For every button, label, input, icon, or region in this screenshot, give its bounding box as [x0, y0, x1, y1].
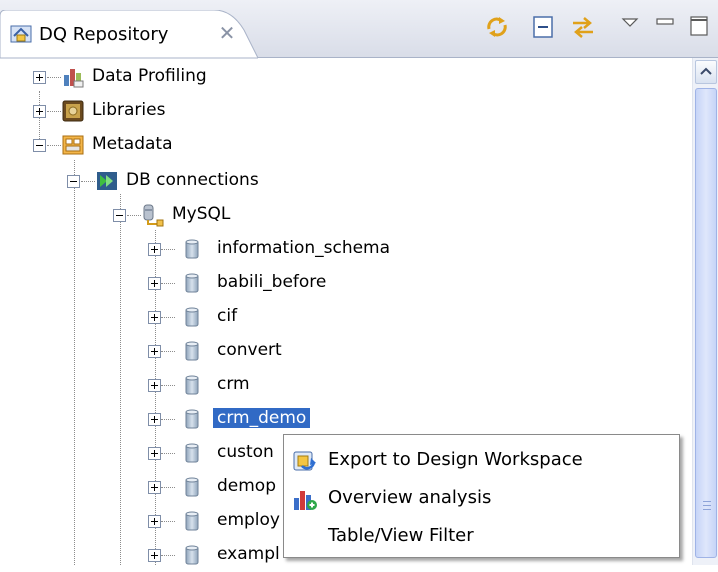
maximize-icon[interactable] — [686, 14, 712, 40]
database-icon — [180, 475, 204, 499]
database-icon — [180, 271, 204, 295]
database-icon — [180, 407, 204, 431]
menu-item-label: Table/View Filter — [328, 525, 474, 546]
tree-connector — [47, 111, 61, 112]
scroll-up-button[interactable] — [695, 60, 717, 84]
menu-item-label: Export to Design Workspace — [328, 449, 583, 470]
thumb-grip — [703, 509, 711, 510]
tree-item-label: demop — [217, 476, 277, 496]
tree-connector — [161, 419, 175, 420]
thumb-grip — [703, 501, 711, 502]
export-icon — [292, 448, 318, 474]
database-icon — [180, 509, 204, 533]
menu-item-export-to-design-workspace[interactable]: Export to Design Workspace — [284, 441, 679, 479]
tree-connector — [161, 249, 175, 250]
view-menu-icon[interactable] — [618, 14, 644, 40]
database-icon — [180, 305, 204, 329]
tree-connector — [161, 487, 175, 488]
tree-connector — [161, 521, 175, 522]
tree-connector — [127, 215, 141, 216]
database-icon — [180, 373, 204, 397]
menu-item-overview-analysis[interactable]: Overview analysis — [284, 479, 679, 517]
expand-toggle[interactable] — [148, 277, 161, 290]
tree-item-label: MySQL — [172, 204, 231, 224]
tree-item-label: cif — [217, 306, 238, 326]
tree-item-label: Libraries — [92, 100, 166, 120]
database-icon — [180, 543, 204, 567]
tree-connector — [161, 385, 175, 386]
vertical-scrollbar[interactable] — [692, 58, 718, 565]
tree-item-label: DB connections — [126, 170, 259, 190]
close-icon[interactable]: ✕ — [216, 22, 238, 44]
expand-toggle[interactable] — [148, 447, 161, 460]
expand-toggle[interactable] — [148, 379, 161, 392]
expand-toggle[interactable] — [148, 413, 161, 426]
data-profiling-icon — [61, 65, 85, 89]
context-menu: Export to Design Workspace Overview anal… — [283, 434, 680, 558]
tree-item-label: exampl — [217, 544, 280, 564]
tree-item-label: custon — [217, 442, 274, 462]
expand-toggle[interactable] — [148, 243, 161, 256]
view-title: DQ Repository — [39, 24, 169, 45]
collapse-all-icon[interactable] — [530, 14, 556, 40]
tree-item-label: convert — [217, 340, 282, 360]
thumb-grip — [703, 505, 711, 506]
db-connections-icon — [95, 169, 119, 193]
tree-connector — [161, 555, 175, 556]
collapse-toggle[interactable] — [113, 209, 126, 222]
expand-toggle[interactable] — [148, 311, 161, 324]
libraries-icon — [61, 99, 85, 123]
expand-toggle[interactable] — [33, 105, 46, 118]
tree-item-label: crm_demo — [213, 408, 311, 428]
expand-toggle[interactable] — [33, 71, 46, 84]
menu-item-label: Overview analysis — [328, 487, 492, 508]
expand-toggle[interactable] — [148, 345, 161, 358]
view-header: DQ Repository ✕ — [0, 0, 718, 59]
mysql-connection-icon — [141, 203, 165, 227]
tree-connector — [161, 317, 175, 318]
tree-item-label: Data Profiling — [92, 66, 207, 86]
database-icon — [180, 441, 204, 465]
tree-connector — [47, 77, 61, 78]
chevron-up-icon — [700, 67, 712, 75]
tree-connector — [74, 160, 75, 565]
sync-icon[interactable] — [484, 14, 510, 40]
tree-connector — [120, 194, 121, 565]
minimize-icon[interactable] — [652, 14, 678, 40]
tree-item-label: information_schema — [217, 238, 391, 258]
tree-connector — [161, 351, 175, 352]
tree-connector — [81, 181, 95, 182]
menu-item-table-view-filter[interactable]: Table/View Filter — [284, 517, 679, 555]
overview-analysis-icon — [292, 486, 318, 512]
tree-item-label: crm — [217, 374, 250, 394]
repository-icon — [10, 24, 32, 44]
metadata-icon — [61, 133, 85, 157]
tree-connector — [47, 145, 61, 146]
scroll-thumb[interactable] — [695, 88, 717, 558]
expand-toggle[interactable] — [148, 515, 161, 528]
link-with-editor-icon[interactable] — [570, 14, 596, 40]
database-icon — [180, 339, 204, 363]
collapse-toggle[interactable] — [67, 175, 80, 188]
expand-toggle[interactable] — [148, 481, 161, 494]
expand-toggle[interactable] — [148, 549, 161, 562]
tab-dq-repository[interactable]: DQ Repository ✕ — [0, 10, 258, 59]
tree-connector — [161, 453, 175, 454]
tree-item-label: employ — [217, 510, 280, 530]
database-icon — [180, 237, 204, 261]
tree-connector — [161, 283, 175, 284]
tree-item-label: Metadata — [92, 134, 173, 154]
collapse-toggle[interactable] — [33, 139, 46, 152]
tree-item-label: babili_before — [217, 272, 327, 292]
